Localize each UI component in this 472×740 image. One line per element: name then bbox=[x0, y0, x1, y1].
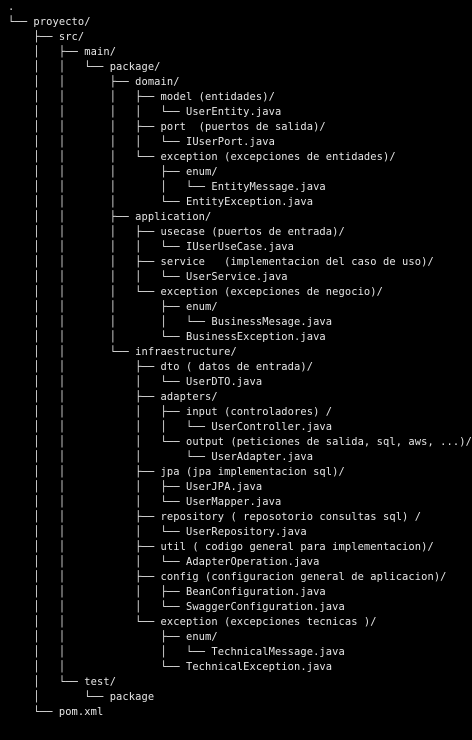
tree-line: │ │ │ └── AdapterOperation.java bbox=[8, 556, 320, 568]
tree-line: │ │ ├── dto ( datos de entrada)/ bbox=[8, 361, 314, 373]
tree-line: │ │ ├── enum/ bbox=[8, 631, 218, 643]
tree-line: │ │ │ │ └── IUserPort.java bbox=[8, 136, 275, 148]
tree-line: │ │ │ └── exception (excepciones de nego… bbox=[8, 286, 383, 298]
tree-line: │ │ │ ├── UserJPA.java bbox=[8, 481, 263, 493]
tree-line: │ │ │ └── TechnicalMessage.java bbox=[8, 646, 345, 658]
tree-line: │ │ │ ├── port (puertos de salida)/ bbox=[8, 121, 326, 133]
tree-line: │ │ ├── adapters/ bbox=[8, 391, 218, 403]
tree-line: │ │ │ └── SwaggerConfiguration.java bbox=[8, 601, 345, 613]
tree-line: │ │ │ ├── input (controladores) / bbox=[8, 406, 333, 418]
tree-line: │ │ │ ├── service (implementacion del ca… bbox=[8, 256, 434, 268]
tree-line: ├── src/ bbox=[8, 31, 85, 43]
tree-line: │ │ ├── jpa (jpa implementacion sql)/ bbox=[8, 466, 345, 478]
tree-line: │ ├── main/ bbox=[8, 46, 117, 58]
tree-line: │ │ │ └── output (peticiones de salida, … bbox=[8, 436, 472, 448]
tree-line: │ │ └── infraestructure/ bbox=[8, 346, 237, 358]
tree-line: │ │ │ └── UserAdapter.java bbox=[8, 451, 314, 463]
terminal-output: . └── proyecto/ ├── src/ │ ├── main/ │ │ … bbox=[0, 0, 472, 740]
tree-line: │ │ │ └── UserRepository.java bbox=[8, 526, 307, 538]
tree-line: . bbox=[8, 1, 15, 13]
tree-line: │ └── test/ bbox=[8, 676, 117, 688]
tree-line: │ │ └── exception (excepciones tecnicas … bbox=[8, 616, 377, 628]
tree-line: │ │ │ └── EntityException.java bbox=[8, 196, 314, 208]
tree-line: │ │ │ ├── usecase (puertos de entrada)/ bbox=[8, 226, 345, 238]
tree-line: │ │ │ └── exception (excepciones de enti… bbox=[8, 151, 396, 163]
tree-line: │ │ │ │ └── UserEntity.java bbox=[8, 106, 282, 118]
tree-line: │ │ │ ├── enum/ bbox=[8, 301, 218, 313]
tree-line: │ │ └── package/ bbox=[8, 61, 161, 73]
tree-line: │ │ ├── application/ bbox=[8, 211, 212, 223]
tree-line: │ │ │ │ └── UserController.java bbox=[8, 421, 333, 433]
tree-line: │ │ │ │ └── EntityMessage.java bbox=[8, 181, 326, 193]
tree-line: │ │ ├── repository ( reposotorio consult… bbox=[8, 511, 422, 523]
tree-line: │ │ │ ├── model (entidades)/ bbox=[8, 91, 275, 103]
tree-line: │ │ │ └── UserMapper.java bbox=[8, 496, 282, 508]
tree-line: │ │ └── TechnicalException.java bbox=[8, 661, 333, 673]
tree-line: │ │ │ │ └── BusinessMesage.java bbox=[8, 316, 333, 328]
tree-line: └── proyecto/ bbox=[8, 16, 91, 28]
tree-line: │ │ ├── domain/ bbox=[8, 76, 180, 88]
tree-line: └── pom.xml bbox=[8, 706, 104, 718]
tree-line: │ │ │ └── BusinessException.java bbox=[8, 331, 326, 343]
tree-line: │ │ │ │ └── UserService.java bbox=[8, 271, 288, 283]
tree-line: │ │ │ │ └── IUserUseCase.java bbox=[8, 241, 295, 253]
tree-line: │ └── package bbox=[8, 691, 155, 703]
tree-line: │ │ ├── config (configuracion general de… bbox=[8, 571, 447, 583]
tree-line: │ │ │ └── UserDTO.java bbox=[8, 376, 263, 388]
tree-line: │ │ │ ├── BeanConfiguration.java bbox=[8, 586, 326, 598]
tree-line: │ │ │ ├── enum/ bbox=[8, 166, 218, 178]
tree-line: │ │ ├── util ( codigo general para imple… bbox=[8, 541, 434, 553]
